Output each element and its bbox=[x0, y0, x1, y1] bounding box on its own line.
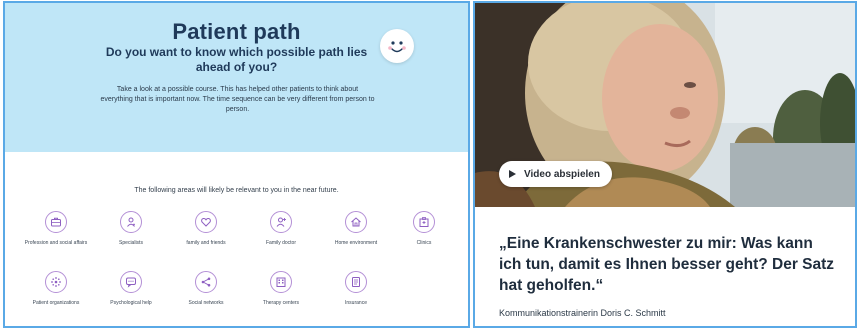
area-label: Social networks bbox=[188, 300, 224, 306]
testimonial-quote: „Eine Krankenschwester zu mir: Was kann … bbox=[499, 235, 835, 294]
briefcase-icon bbox=[51, 217, 61, 227]
area-family-friends[interactable]: family and friends bbox=[169, 211, 243, 247]
building-icon bbox=[276, 277, 286, 287]
areas-intro-text: The following areas will likely be relev… bbox=[134, 187, 339, 194]
heart-icon bbox=[201, 217, 211, 227]
document-icon bbox=[352, 277, 360, 287]
area-label: Psychological help bbox=[110, 300, 152, 306]
area-insurance[interactable]: Insurance bbox=[319, 271, 393, 307]
area-label: Profession and social affairs bbox=[24, 240, 88, 246]
area-profession[interactable]: Profession and social affairs bbox=[19, 211, 93, 247]
areas-grid: Profession and social affairs Specialist… bbox=[19, 211, 459, 321]
area-patient-organizations[interactable]: Patient organizations bbox=[19, 271, 93, 307]
testimonial-author: Kommunikationstrainerin Doris C. Schmitt bbox=[499, 308, 666, 318]
specialist-icon bbox=[127, 217, 135, 227]
patient-path-panel: Patient path Do you want to know which p… bbox=[3, 1, 470, 328]
area-clinics[interactable]: Clinics bbox=[394, 211, 454, 247]
play-video-button[interactable]: Video abspielen bbox=[499, 161, 612, 187]
area-family-doctor[interactable]: Family doctor bbox=[244, 211, 318, 247]
share-icon bbox=[201, 277, 211, 287]
area-label: Specialists bbox=[119, 240, 143, 246]
page-title: Patient path bbox=[172, 19, 301, 44]
area-label: Home environment bbox=[334, 240, 378, 246]
organization-icon bbox=[51, 277, 61, 287]
area-label: Patient organizations bbox=[32, 300, 80, 306]
area-label: Therapy centers bbox=[262, 300, 300, 306]
page-subtitle: Do you want to know which possible path … bbox=[105, 45, 368, 74]
area-label: family and friends bbox=[186, 240, 226, 246]
area-specialists[interactable]: Specialists bbox=[94, 211, 168, 247]
home-icon bbox=[351, 217, 361, 227]
testimonial-panel: Video abspielen „Eine Krankenschwester z… bbox=[473, 1, 857, 328]
chat-icon bbox=[126, 277, 136, 288]
clinic-icon bbox=[419, 217, 429, 227]
video-thumbnail[interactable]: Video abspielen bbox=[475, 3, 855, 207]
area-label: Family doctor bbox=[265, 240, 296, 246]
area-label: Clinics bbox=[416, 240, 432, 246]
play-icon bbox=[509, 170, 516, 178]
area-psychological-help[interactable]: Psychological help bbox=[94, 271, 168, 307]
area-label: Insurance bbox=[345, 300, 367, 306]
patient-path-hero: Patient path Do you want to know which p… bbox=[5, 3, 468, 152]
area-home-environment[interactable]: Home environment bbox=[319, 211, 393, 247]
play-video-label: Video abspielen bbox=[524, 168, 600, 180]
area-therapy-centers[interactable]: Therapy centers bbox=[244, 271, 318, 307]
area-social-networks[interactable]: Social networks bbox=[169, 271, 243, 307]
page-description: Take a look at a possible course. This h… bbox=[100, 86, 375, 113]
doctor-icon bbox=[276, 217, 286, 227]
